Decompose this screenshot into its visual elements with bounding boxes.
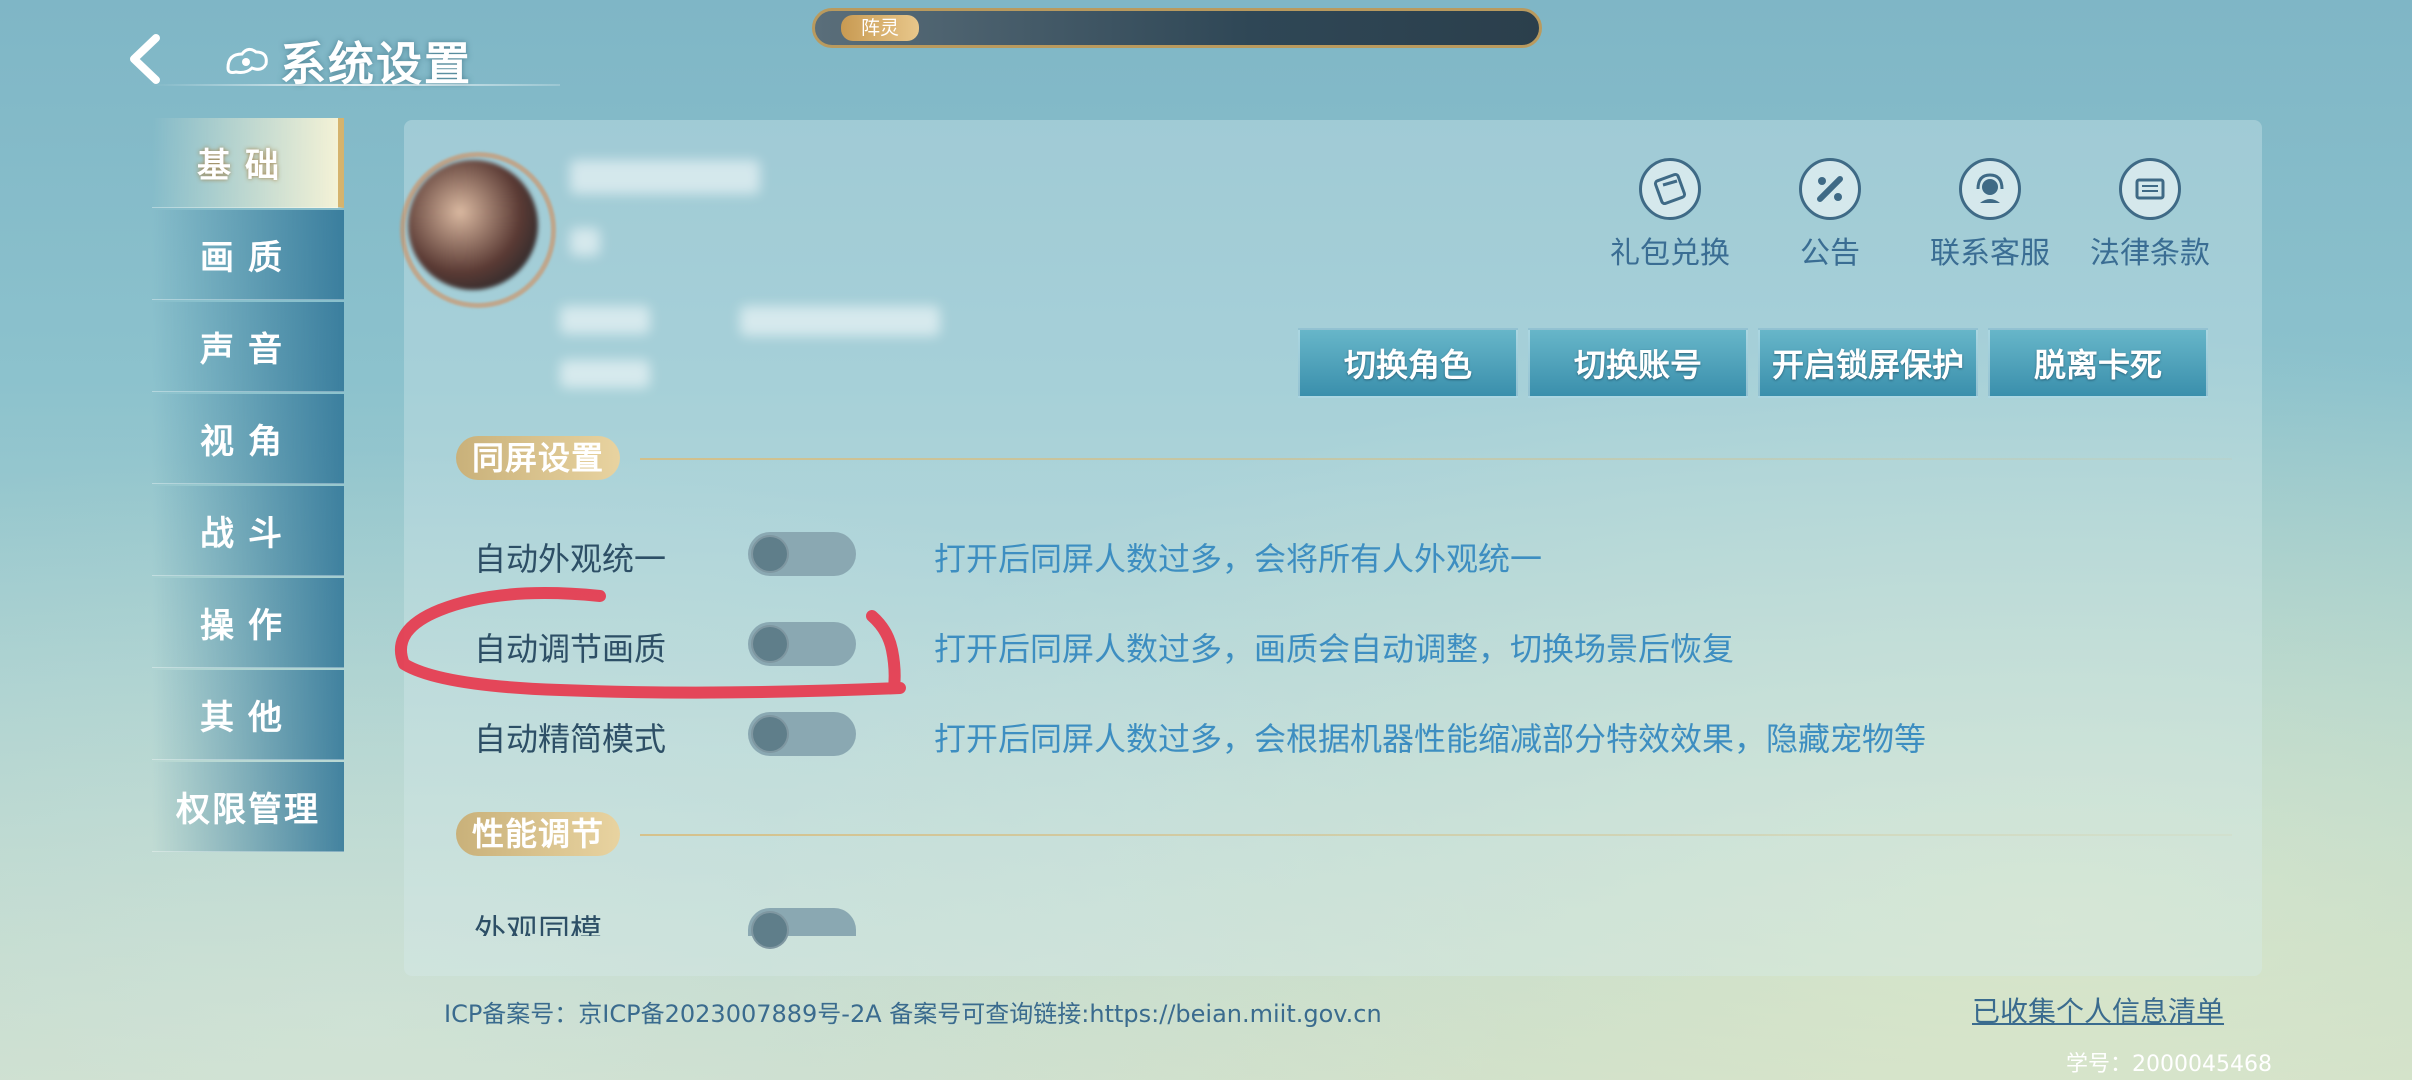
customer-service-link[interactable]: 联系客服	[1910, 158, 2070, 272]
toggle-auto-simplify[interactable]	[748, 712, 856, 756]
profile-badge-blurred	[570, 228, 600, 256]
sidebar-item-basic[interactable]: 基础	[152, 118, 344, 208]
legal-terms-icon	[2119, 158, 2181, 220]
section-title-same-screen: 同屏设置	[456, 436, 621, 480]
setting-desc-auto-quality: 打开后同屏人数过多，画质会自动调整，切换场景后恢复	[934, 630, 1735, 668]
sidebar-item-other[interactable]: 其他	[152, 670, 344, 760]
profile-field-blurred	[560, 306, 650, 334]
privacy-info-link[interactable]: 已收集个人信息清单	[1972, 990, 2224, 1030]
sidebar-item-combat[interactable]: 战斗	[152, 486, 344, 576]
section-divider	[640, 458, 2232, 460]
sidebar: 基础 画质 声音 视角 战斗 操作 其他 权限管理	[152, 118, 344, 854]
header-divider	[150, 84, 560, 86]
announcement-icon	[1799, 158, 1861, 220]
setting-desc-auto-appearance: 打开后同屏人数过多，会将所有人外观统一	[934, 540, 1543, 578]
profile-id-blurred	[740, 306, 940, 336]
sidebar-item-camera[interactable]: 视角	[152, 394, 344, 484]
back-arrow-icon	[130, 34, 160, 84]
announcement-link[interactable]: 公告	[1750, 158, 1910, 272]
customer-service-icon	[1959, 158, 2021, 220]
sidebar-item-graphics[interactable]: 画质	[152, 210, 344, 300]
action-buttons: 切换角色 切换账号 开启锁屏保护 脱离卡死	[1298, 328, 2208, 398]
legal-terms-link[interactable]: 法律条款	[2070, 158, 2230, 272]
gift-code-link[interactable]: 礼包兑换	[1590, 158, 1750, 272]
quick-links: 礼包兑换 公告 联系客服 法律条款	[1590, 158, 2230, 272]
lock-screen-button[interactable]: 开启锁屏保护	[1758, 328, 1978, 398]
toggle-auto-appearance[interactable]	[748, 532, 856, 576]
top-status-bar: 阵灵	[812, 8, 1542, 48]
legal-terms-label: 法律条款	[2090, 236, 2210, 271]
student-id: 学号：2000045468	[2066, 1052, 2272, 1077]
topbar-label: 阵灵	[841, 15, 920, 41]
avatar[interactable]	[408, 160, 538, 290]
toggle-knob	[751, 625, 789, 663]
cloud-ornament-icon	[226, 47, 268, 74]
setting-label-auto-appearance: 自动外观统一	[474, 540, 667, 578]
gift-code-icon	[1639, 158, 1701, 220]
toggle-auto-quality[interactable]	[748, 622, 856, 666]
toggle-knob	[751, 715, 789, 753]
section-divider	[640, 834, 2232, 836]
setting-label-auto-simplify: 自动精简模式	[474, 720, 667, 758]
sidebar-item-permissions[interactable]: 权限管理	[152, 762, 344, 852]
unstuck-button[interactable]: 脱离卡死	[1988, 328, 2208, 398]
toggle-knob	[751, 911, 789, 949]
setting-label-auto-quality: 自动调节画质	[474, 630, 667, 668]
profile-name-blurred	[570, 160, 760, 194]
switch-account-button[interactable]: 切换账号	[1528, 328, 1748, 398]
sidebar-item-sound[interactable]: 声音	[152, 302, 344, 392]
toggle-appearance-model[interactable]	[748, 908, 856, 949]
section-title-performance: 性能调节	[456, 812, 621, 856]
setting-label-appearance-model: 外观同模	[474, 912, 603, 936]
customer-service-label: 联系客服	[1930, 236, 2050, 271]
profile-field2-blurred	[560, 360, 650, 388]
back-button[interactable]	[120, 32, 174, 86]
sidebar-item-controls[interactable]: 操作	[152, 578, 344, 668]
gift-code-label: 礼包兑换	[1610, 236, 1730, 271]
switch-role-button[interactable]: 切换角色	[1298, 328, 1518, 398]
announcement-label: 公告	[1800, 236, 1860, 271]
toggle-knob	[751, 535, 789, 573]
icp-info: ICP备案号：京ICP备2023007889号-2A 备案号可查询链接:http…	[444, 1000, 1382, 1028]
setting-desc-auto-simplify: 打开后同屏人数过多，会根据机器性能缩减部分特效效果，隐藏宠物等	[934, 720, 1927, 758]
